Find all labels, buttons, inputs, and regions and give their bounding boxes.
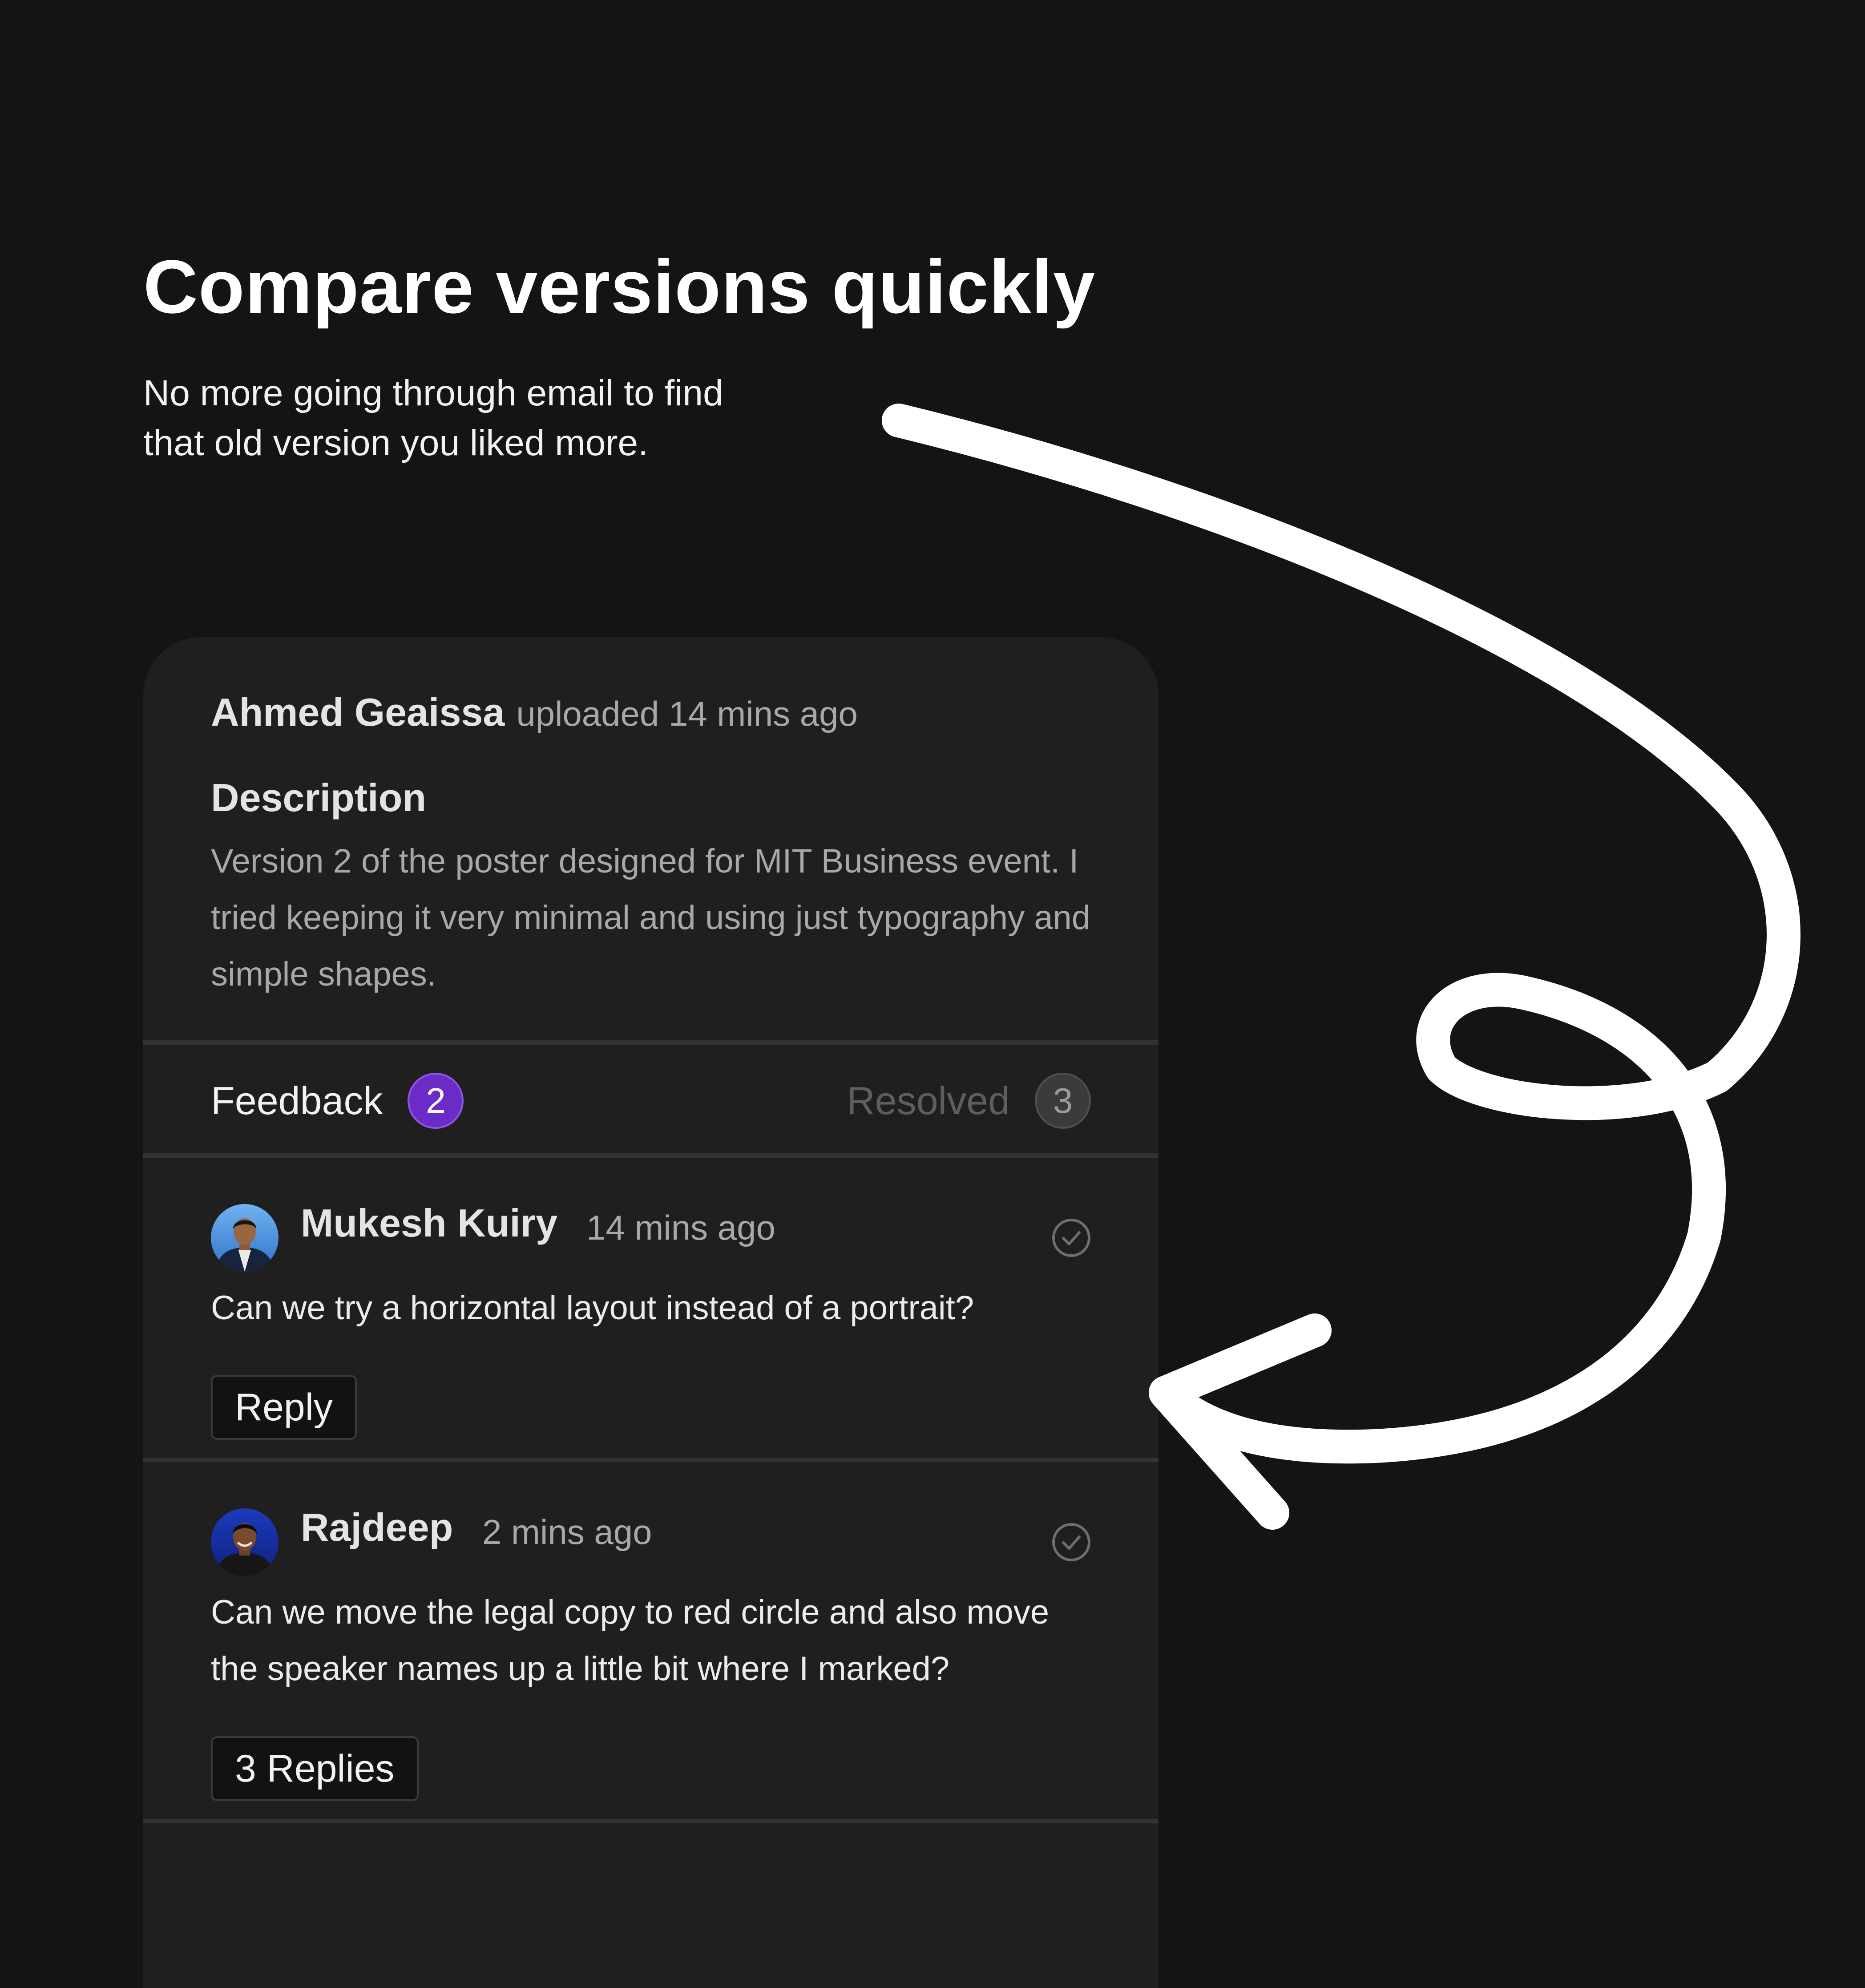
hand-drawn-arrow-icon — [882, 404, 1800, 1530]
